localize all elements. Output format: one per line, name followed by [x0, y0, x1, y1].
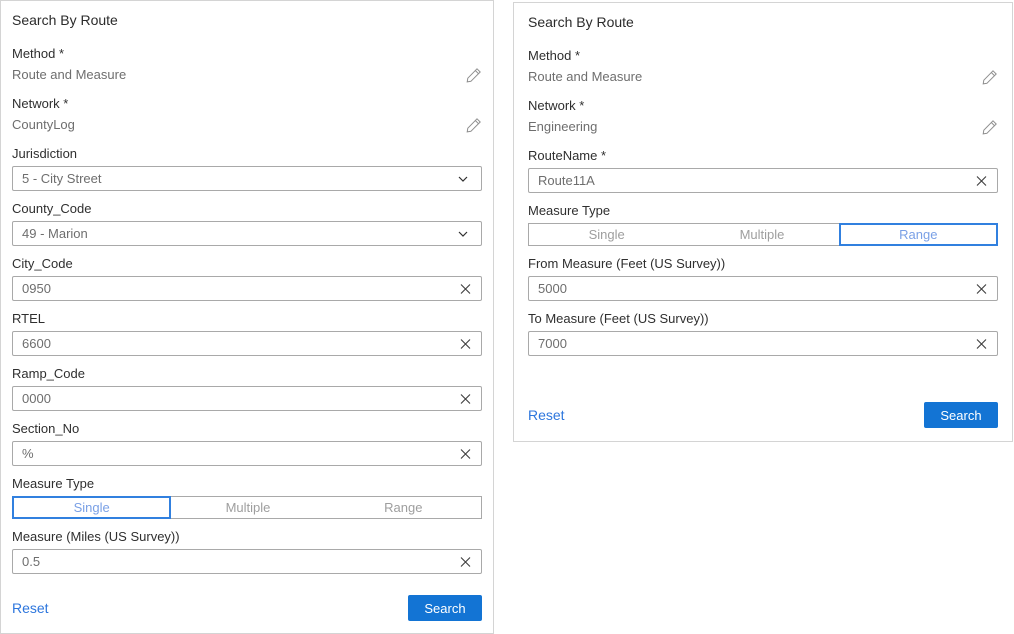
- from-measure-field: From Measure (Feet (US Survey)): [528, 255, 998, 301]
- measure-type-option-multiple[interactable]: Multiple: [170, 497, 325, 518]
- measure-type-option-multiple[interactable]: Multiple: [684, 224, 839, 245]
- measure-field: Measure (Miles (US Survey)): [12, 528, 482, 574]
- jurisdiction-label: Jurisdiction: [12, 145, 482, 162]
- measure-type-field: Measure Type Single Multiple Range: [528, 202, 998, 246]
- edit-pencil-icon[interactable]: [466, 117, 482, 133]
- measure-type-field: Measure Type Single Multiple Range: [12, 475, 482, 519]
- to-measure-label: To Measure (Feet (US Survey)): [528, 310, 998, 327]
- clear-x-icon[interactable]: [457, 553, 474, 570]
- method-field: Method * Route and Measure: [12, 45, 482, 83]
- city-code-label: City_Code: [12, 255, 482, 272]
- footer-actions: Reset Search: [12, 595, 482, 621]
- method-label: Method *: [528, 47, 998, 64]
- search-by-route-panel-left: Search By Route Method * Route and Measu…: [0, 0, 494, 634]
- ramp-code-input[interactable]: [13, 387, 481, 410]
- page-title: Search By Route: [12, 9, 482, 31]
- search-button[interactable]: Search: [924, 402, 998, 428]
- jurisdiction-field: Jurisdiction 5 - City Street: [12, 145, 482, 191]
- rtel-field: RTEL: [12, 310, 482, 356]
- network-label: Network *: [528, 97, 998, 114]
- to-measure-input[interactable]: [529, 332, 997, 355]
- clear-x-icon[interactable]: [973, 280, 990, 297]
- from-measure-label: From Measure (Feet (US Survey)): [528, 255, 998, 272]
- reset-link[interactable]: Reset: [12, 600, 49, 616]
- measure-type-label: Measure Type: [528, 202, 998, 219]
- edit-pencil-icon[interactable]: [982, 69, 998, 85]
- method-value: Route and Measure: [528, 69, 642, 84]
- section-no-field: Section_No: [12, 420, 482, 466]
- clear-x-icon[interactable]: [973, 172, 990, 189]
- measure-type-option-range[interactable]: Range: [326, 497, 481, 518]
- method-field: Method * Route and Measure: [528, 47, 998, 85]
- county-code-label: County_Code: [12, 200, 482, 217]
- from-measure-input[interactable]: [529, 277, 997, 300]
- chevron-down-icon: [458, 176, 468, 182]
- rtel-input[interactable]: [13, 332, 481, 355]
- measure-label: Measure (Miles (US Survey)): [12, 528, 482, 545]
- city-code-input[interactable]: [13, 277, 481, 300]
- to-measure-field: To Measure (Feet (US Survey)): [528, 310, 998, 356]
- clear-x-icon[interactable]: [973, 335, 990, 352]
- search-button[interactable]: Search: [408, 595, 482, 621]
- method-value: Route and Measure: [12, 67, 126, 82]
- route-name-input[interactable]: [529, 169, 997, 192]
- measure-type-option-single[interactable]: Single: [529, 224, 684, 245]
- measure-type-label: Measure Type: [12, 475, 482, 492]
- clear-x-icon[interactable]: [457, 445, 474, 462]
- method-label: Method *: [12, 45, 482, 62]
- route-name-label: RouteName *: [528, 147, 998, 164]
- search-by-route-panel-right: Search By Route Method * Route and Measu…: [513, 2, 1013, 442]
- footer-actions: Reset Search: [528, 402, 998, 428]
- jurisdiction-selected-value: 5 - City Street: [22, 171, 101, 186]
- section-no-input[interactable]: [13, 442, 481, 465]
- route-name-field: RouteName *: [528, 147, 998, 193]
- measure-type-option-single[interactable]: Single: [12, 496, 171, 519]
- network-value: Engineering: [528, 119, 597, 134]
- ramp-code-label: Ramp_Code: [12, 365, 482, 382]
- county-code-selected-value: 49 - Marion: [22, 226, 88, 241]
- section-no-label: Section_No: [12, 420, 482, 437]
- network-field: Network * Engineering: [528, 97, 998, 135]
- measure-type-segmented: Single Multiple Range: [12, 496, 482, 519]
- measure-type-segmented: Single Multiple Range: [528, 223, 998, 246]
- reset-link[interactable]: Reset: [528, 407, 565, 423]
- measure-type-option-range[interactable]: Range: [839, 223, 998, 246]
- page-title: Search By Route: [528, 11, 998, 33]
- city-code-field: City_Code: [12, 255, 482, 301]
- rtel-label: RTEL: [12, 310, 482, 327]
- edit-pencil-icon[interactable]: [982, 119, 998, 135]
- edit-pencil-icon[interactable]: [466, 67, 482, 83]
- measure-input[interactable]: [13, 550, 481, 573]
- jurisdiction-select[interactable]: 5 - City Street: [12, 166, 482, 191]
- clear-x-icon[interactable]: [457, 280, 474, 297]
- network-field: Network * CountyLog: [12, 95, 482, 133]
- ramp-code-field: Ramp_Code: [12, 365, 482, 411]
- clear-x-icon[interactable]: [457, 390, 474, 407]
- network-value: CountyLog: [12, 117, 75, 132]
- clear-x-icon[interactable]: [457, 335, 474, 352]
- county-code-select[interactable]: 49 - Marion: [12, 221, 482, 246]
- county-code-field: County_Code 49 - Marion: [12, 200, 482, 246]
- chevron-down-icon: [458, 231, 468, 237]
- network-label: Network *: [12, 95, 482, 112]
